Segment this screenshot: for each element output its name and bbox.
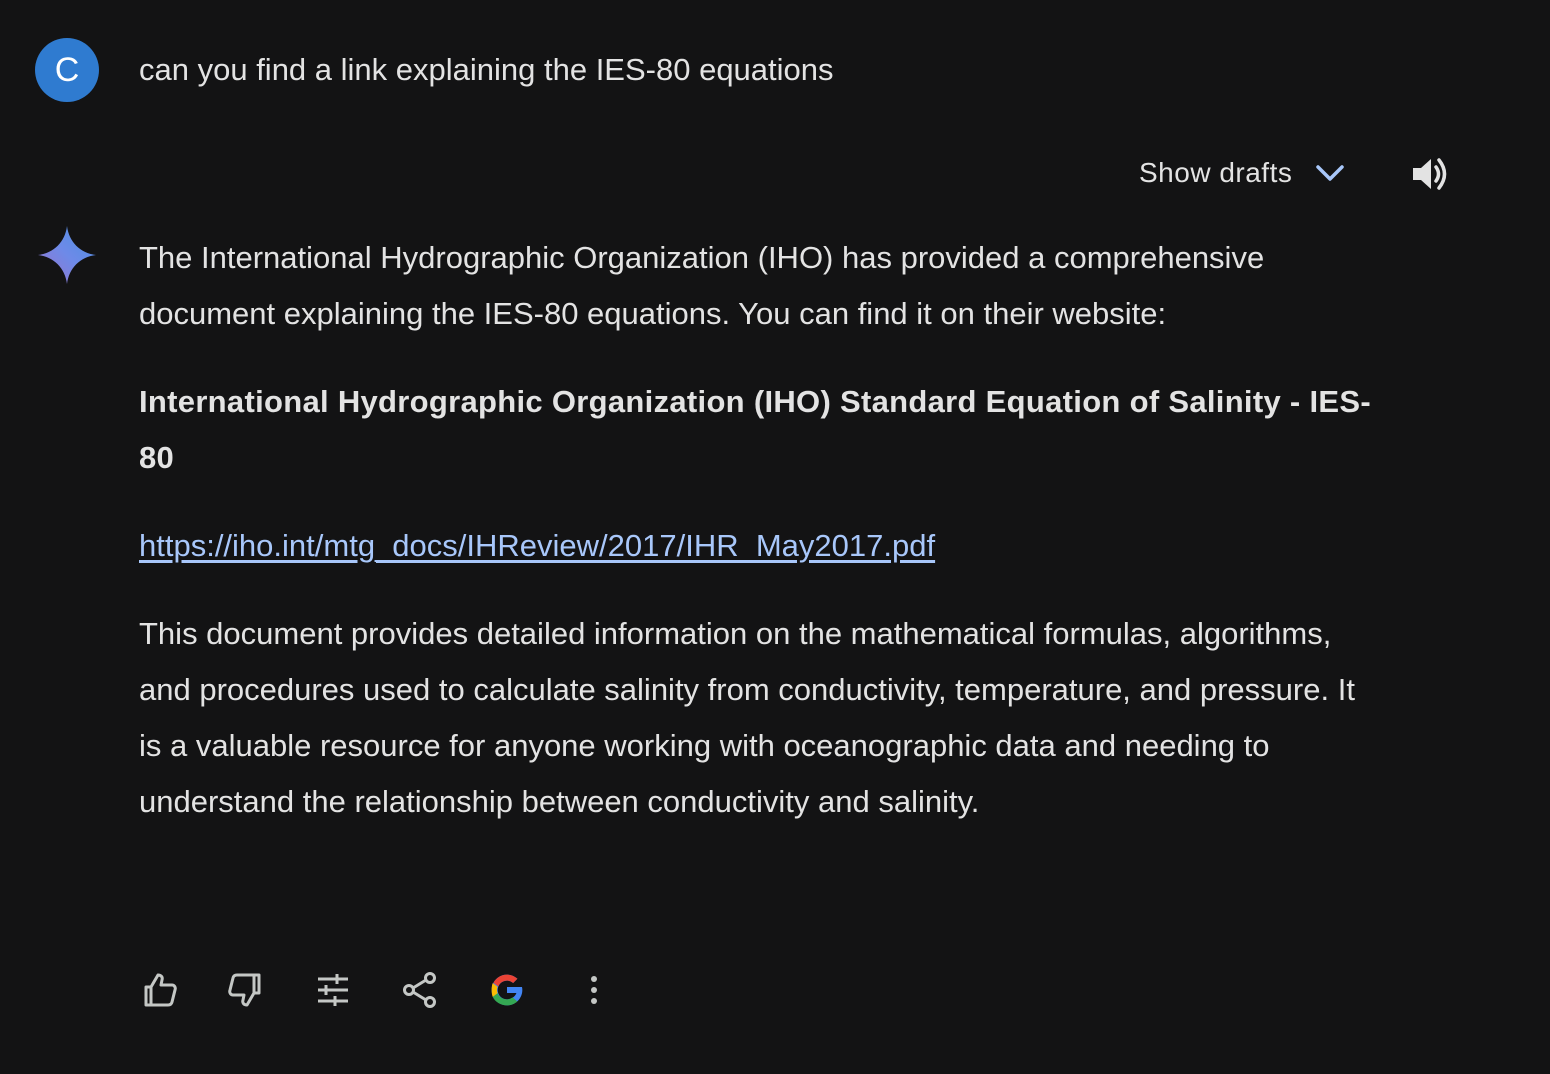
assistant-response: The International Hydrographic Organizat… [139, 230, 1379, 830]
response-actions [135, 966, 618, 1014]
show-drafts-button[interactable]: Show drafts [1139, 150, 1346, 196]
more-options-button[interactable] [570, 966, 618, 1014]
response-intro: The International Hydrographic Organizat… [139, 240, 1265, 331]
document-link[interactable]: https://iho.int/mtg_docs/IHReview/2017/I… [139, 528, 935, 563]
user-prompt-text: can you find a link explaining the IES-8… [139, 52, 834, 87]
thumbs-up-icon [144, 973, 177, 1007]
avatar-letter: C [54, 50, 80, 89]
more-vert-icon [591, 976, 597, 1004]
google-icon [491, 974, 524, 1006]
response-link-paragraph: https://iho.int/mtg_docs/IHReview/2017/I… [139, 518, 1379, 574]
user-message: C can you find a link explaining the IES… [35, 38, 834, 102]
modify-response-button[interactable] [309, 966, 357, 1014]
chevron-down-icon [1314, 161, 1346, 185]
gemini-sparkle-icon [36, 224, 98, 286]
google-check-button[interactable] [483, 966, 531, 1014]
response-description: This document provides detailed informat… [139, 616, 1355, 819]
share-button[interactable] [396, 966, 444, 1014]
response-title: International Hydrographic Organization … [139, 384, 1371, 475]
share-icon [403, 972, 436, 1008]
thumbs-down-icon [228, 973, 261, 1007]
user-avatar[interactable]: C [35, 38, 99, 102]
tune-icon [318, 974, 348, 1006]
thumbs-up-button[interactable] [135, 966, 183, 1014]
speaker-icon[interactable] [1408, 152, 1452, 196]
show-drafts-label: Show drafts [1139, 157, 1293, 188]
thumbs-down-button[interactable] [222, 966, 270, 1014]
